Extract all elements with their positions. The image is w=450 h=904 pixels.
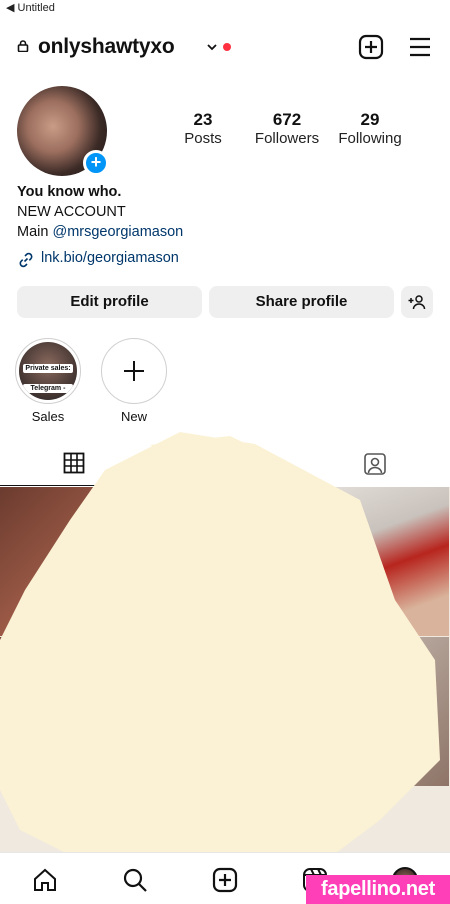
post-thumbnail[interactable] — [0, 637, 149, 786]
watermark: fapellino.net — [306, 875, 450, 904]
post-thumbnail[interactable] — [300, 487, 449, 636]
link-icon — [19, 252, 33, 268]
followers-value: 672 — [272, 110, 302, 129]
following-value: 29 — [360, 110, 380, 129]
menu-icon[interactable] — [408, 36, 432, 58]
new-post-icon[interactable] — [358, 34, 384, 60]
highlight-label: Sales — [31, 409, 65, 424]
username-switcher[interactable]: onlyshawtyxo — [38, 35, 175, 59]
edit-profile-button[interactable]: Edit profile — [17, 286, 202, 318]
post-thumbnail[interactable] — [300, 637, 449, 786]
following-count[interactable]: 29 Following — [330, 110, 410, 148]
plus-icon — [124, 361, 144, 381]
highlight-ring[interactable]: Private sales: Telegram - — [15, 338, 81, 404]
grid-icon — [63, 452, 85, 474]
share-profile-button[interactable]: Share profile — [209, 286, 394, 318]
add-person-icon — [408, 295, 426, 310]
highlight-cover: Private sales: Telegram - — [19, 342, 77, 400]
status-bar: ◀ Untitled — [0, 0, 450, 16]
highlight-ring[interactable] — [101, 338, 167, 404]
profile-header: onlyshawtyxo — [0, 30, 450, 66]
bio-main-prefix: Main — [17, 224, 49, 240]
bio-line: NEW ACCOUNT — [17, 204, 126, 220]
posts-count[interactable]: 23 Posts — [163, 110, 243, 148]
mention-link[interactable]: @mrsgeorgiamason — [52, 224, 183, 240]
notification-dot — [223, 43, 231, 51]
active-tab-indicator — [0, 485, 150, 486]
website-url[interactable]: lnk.bio/georgiamason — [41, 250, 179, 266]
profile-avatar[interactable]: + — [17, 86, 109, 176]
post-thumbnail[interactable] — [150, 637, 299, 786]
posts-grid — [0, 487, 450, 852]
post-thumbnail[interactable] — [0, 487, 149, 636]
followers-count[interactable]: 672 Followers — [247, 110, 327, 148]
search-icon[interactable] — [122, 867, 148, 893]
back-to-app-label[interactable]: ◀ Untitled — [6, 1, 55, 14]
highlight-cover-text: Telegram - — [23, 384, 73, 393]
tagged-icon — [364, 453, 386, 475]
profile-tabs — [0, 446, 450, 486]
following-label: Following — [338, 130, 402, 147]
followers-label: Followers — [254, 130, 320, 147]
highlight-sales[interactable]: Private sales: Telegram - Sales — [15, 338, 81, 424]
tab-tagged[interactable] — [300, 446, 450, 486]
highlight-label: New — [120, 409, 147, 424]
discover-people-button[interactable] — [401, 286, 433, 318]
profile-bio: You know who. NEW ACCOUNT Main @mrsgeorg… — [17, 182, 437, 242]
post-thumbnail[interactable] — [150, 487, 299, 636]
posts-value: 23 — [193, 110, 213, 129]
bio-name: You know who. — [17, 184, 122, 200]
highlight-cover-text: Private sales: — [23, 364, 73, 373]
create-icon[interactable] — [212, 867, 238, 893]
new-highlight-button[interactable]: New — [101, 338, 167, 424]
posts-label: Posts — [184, 130, 222, 147]
add-story-plus-icon[interactable]: + — [83, 150, 109, 176]
home-icon[interactable] — [32, 867, 58, 893]
lock-icon — [17, 40, 29, 52]
tab-posts-grid[interactable] — [0, 446, 150, 486]
tab-reels[interactable] — [150, 446, 300, 486]
chevron-down-icon[interactable] — [206, 42, 218, 52]
bio-line-main: Main @mrsgeorgiamason — [17, 222, 437, 242]
